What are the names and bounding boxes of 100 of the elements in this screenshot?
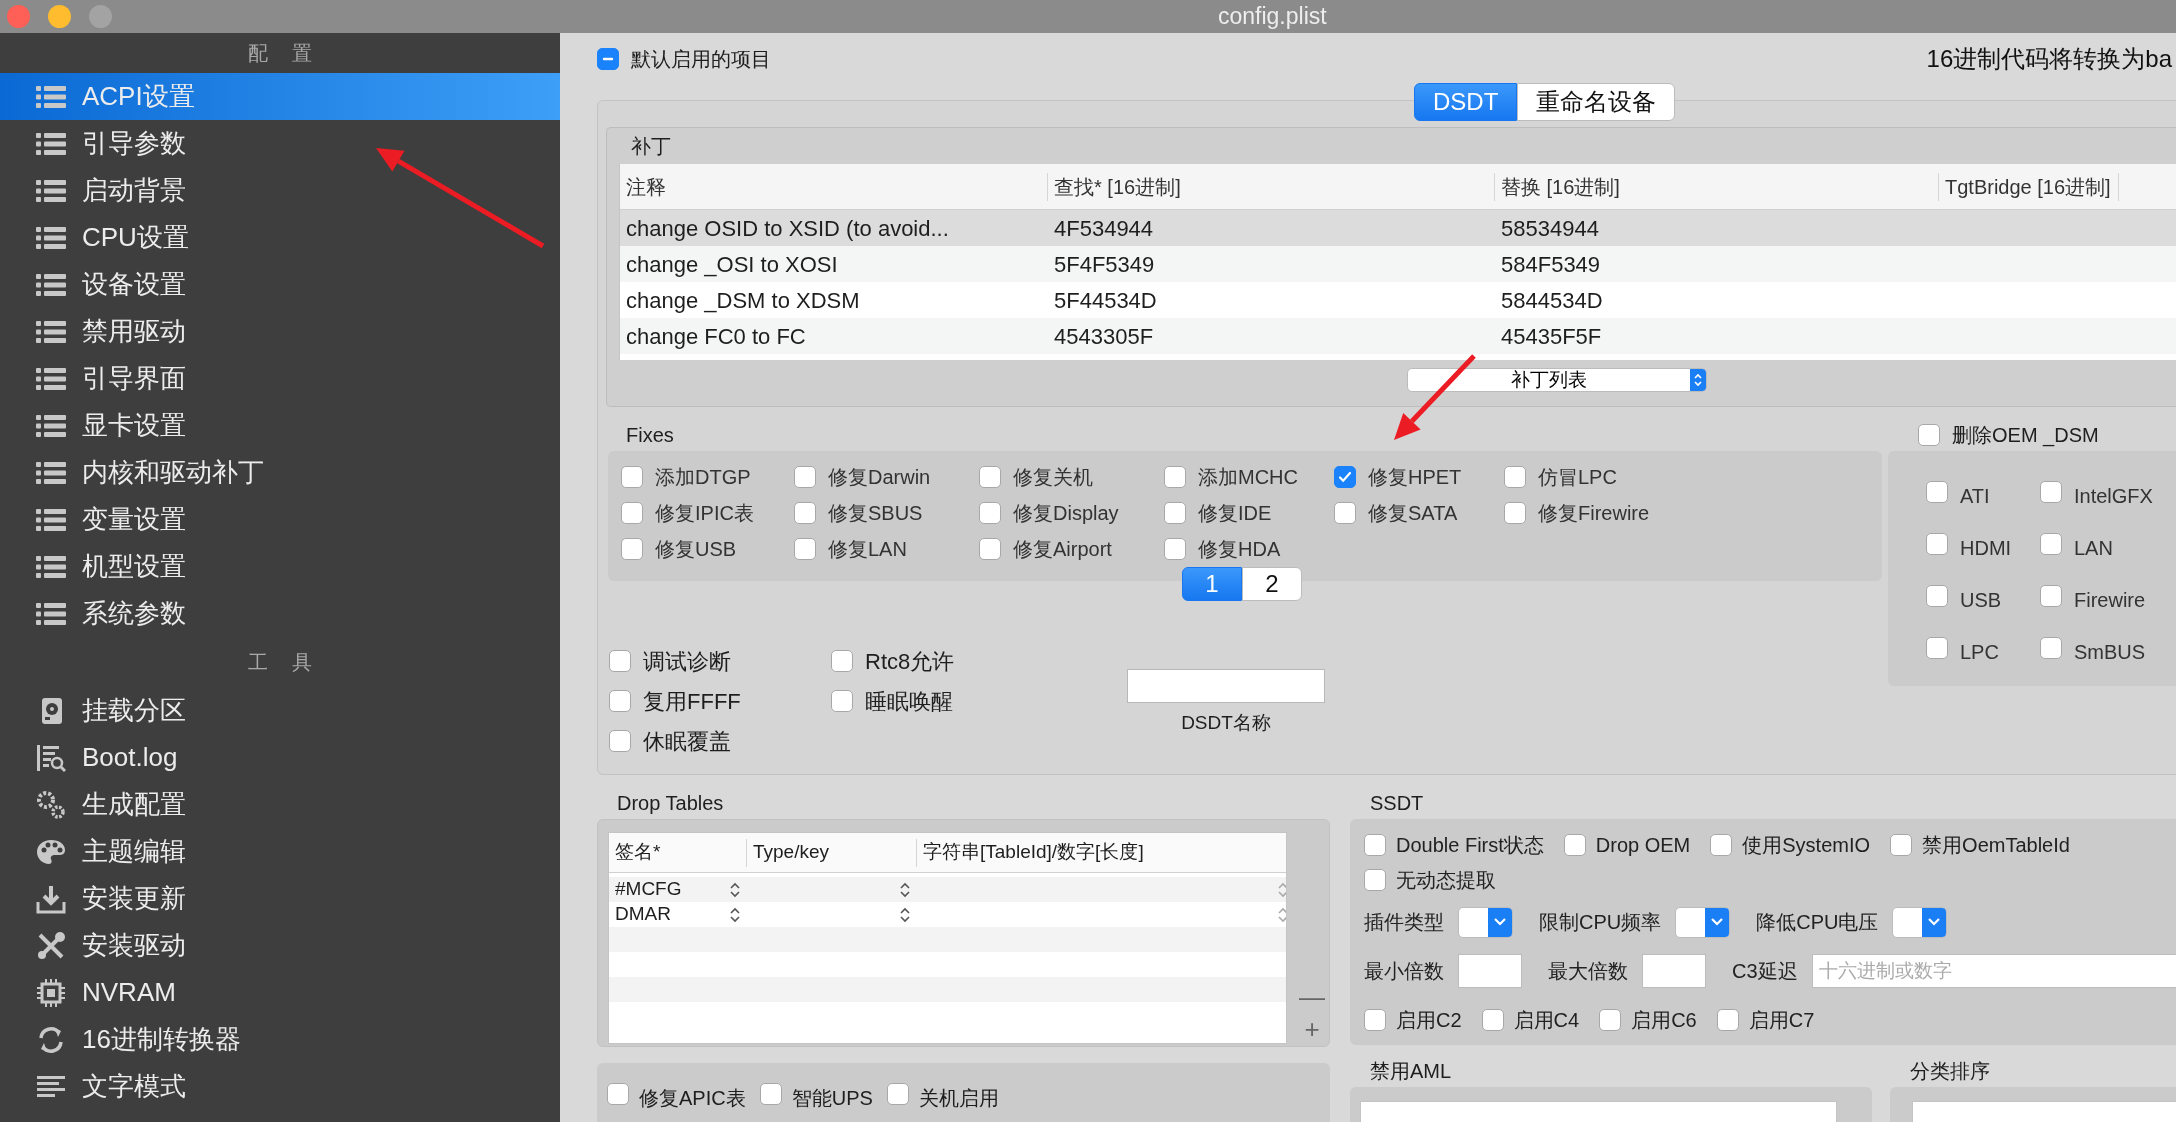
table-row[interactable]: change OSID to XSID (to avoid... 4F534944 58534944 — [620, 210, 2176, 246]
checkbox[interactable] — [2040, 533, 2062, 555]
dropdown[interactable] — [1458, 906, 1513, 938]
sidebar-item[interactable]: 安装更新 — [0, 875, 560, 922]
segment-tab[interactable]: DSDT — [1414, 83, 1518, 121]
input-field[interactable] — [1127, 669, 1325, 703]
checkbox[interactable] — [1504, 466, 1526, 488]
input-field[interactable] — [1458, 954, 1522, 989]
table-row[interactable]: change _DSM to XDSM 5F44534D 5844534D — [620, 282, 2176, 318]
column-header[interactable]: 替换 [16进制] — [1495, 172, 1939, 201]
popup-button[interactable]: 补丁列表 — [1407, 368, 1707, 392]
checkbox[interactable] — [1918, 424, 1940, 446]
checkbox[interactable] — [609, 690, 631, 712]
checkbox[interactable] — [886, 1083, 909, 1105]
sidebar-item[interactable]: 机型设置 — [0, 543, 560, 590]
checkbox[interactable] — [1599, 1009, 1622, 1032]
checkbox[interactable] — [2040, 585, 2062, 607]
page-button[interactable]: 1 — [1182, 567, 1242, 601]
dropdown[interactable] — [1892, 906, 1948, 938]
checkbox-label: 智能UPS — [791, 1086, 873, 1111]
checkbox[interactable] — [621, 538, 643, 560]
checkbox[interactable] — [2040, 481, 2062, 503]
sidebar-item[interactable]: 主题编辑 — [0, 828, 560, 875]
chevron-icon — [1927, 917, 1942, 928]
checkbox[interactable] — [1716, 1009, 1739, 1032]
checkbox[interactable] — [1364, 833, 1386, 856]
add-button[interactable]: + — [1295, 1016, 1329, 1042]
checkbox[interactable] — [597, 48, 619, 70]
checkbox[interactable] — [794, 466, 816, 488]
checkbox[interactable] — [979, 502, 1001, 524]
checkbox[interactable] — [609, 730, 631, 752]
checkbox[interactable] — [1926, 481, 1948, 503]
table-row[interactable]: change FC0 to FC 4543305F 45435F5F — [620, 318, 2176, 354]
checkbox[interactable] — [1926, 637, 1948, 659]
checkbox[interactable] — [1334, 466, 1356, 488]
table-cell-text: 45435F5F — [1500, 322, 1603, 351]
sidebar-item[interactable]: 设备设置 — [0, 261, 560, 308]
checkbox[interactable] — [1164, 502, 1186, 524]
sidebar-item[interactable]: 内核和驱动补丁 — [0, 449, 560, 496]
checkbox-label: Drop OEM — [1595, 832, 1691, 858]
column-header[interactable]: TgtBridge [16进制] — [1939, 172, 2119, 201]
checkbox[interactable] — [979, 538, 1001, 560]
checkbox[interactable] — [1481, 1009, 1504, 1032]
window-title: config.plist — [1218, 2, 1327, 32]
checkbox[interactable] — [607, 1083, 629, 1105]
checkbox[interactable] — [1926, 533, 1948, 555]
checkbox[interactable] — [621, 502, 643, 524]
sidebar-item[interactable]: 生成配置 — [0, 781, 560, 828]
sidebar-item[interactable]: 禁用驱动 — [0, 308, 560, 355]
checkbox[interactable] — [1563, 833, 1586, 856]
sidebar-item-label: 设备设置 — [82, 268, 186, 301]
checkbox[interactable] — [2040, 637, 2062, 659]
column-header[interactable]: 签名* — [609, 838, 747, 867]
checkbox[interactable] — [1164, 538, 1186, 560]
checkbox[interactable] — [759, 1083, 782, 1105]
column-header[interactable]: 注释 — [620, 172, 1048, 201]
checkbox[interactable] — [1926, 585, 1948, 607]
checkbox[interactable] — [794, 538, 816, 560]
checkbox[interactable] — [1364, 1009, 1386, 1032]
input-field[interactable] — [1642, 954, 1706, 989]
sidebar-item[interactable]: 16进制转换器 — [0, 1016, 560, 1063]
remove-button[interactable]: — — [1295, 984, 1329, 1010]
input-field[interactable]: 十六进制或数字 — [1811, 954, 2176, 989]
checkbox-label: HDMI — [1960, 536, 2012, 561]
checkbox[interactable] — [621, 466, 643, 488]
sidebar-item[interactable]: 文字模式 — [0, 1063, 560, 1110]
segment-tab[interactable]: 重命名设备 — [1517, 83, 1676, 121]
sidebar-item[interactable]: Boot.log — [0, 734, 560, 781]
checkbox[interactable] — [1504, 502, 1526, 524]
sidebar-item[interactable]: 系统参数 — [0, 590, 560, 637]
checkbox[interactable] — [979, 466, 1001, 488]
sidebar-item[interactable]: 引导界面 — [0, 355, 560, 402]
sidebar-item[interactable]: 变量设置 — [0, 496, 560, 543]
sidebar-item[interactable]: 挂载分区 — [0, 687, 560, 734]
sidebar-item[interactable]: 启动背景 — [0, 167, 560, 214]
sidebar-item[interactable]: NVRAM — [0, 969, 560, 1016]
sidebar-item[interactable]: CPU设置 — [0, 214, 560, 261]
page-button[interactable]: 2 — [1242, 567, 1302, 601]
checkbox[interactable] — [1364, 869, 1386, 891]
checkbox[interactable] — [794, 502, 816, 524]
minimize-button[interactable] — [48, 5, 71, 28]
checkbox[interactable] — [831, 690, 853, 712]
sidebar-item[interactable]: 引导参数 — [0, 120, 560, 167]
table-row[interactable]: change _OSI to XOSI 5F4F5349 584F5349 — [620, 246, 2176, 282]
checkbox[interactable] — [609, 650, 631, 672]
checkbox[interactable] — [1334, 502, 1356, 524]
sidebar-item[interactable]: 安装驱动 — [0, 922, 560, 969]
column-header[interactable]: Type/key — [747, 838, 917, 867]
sidebar-item[interactable]: ACPI设置 — [0, 73, 560, 120]
column-header[interactable]: 字符串[TableId]/数字[长度] — [917, 838, 1286, 867]
checkbox[interactable] — [1164, 466, 1186, 488]
checkbox[interactable] — [1710, 833, 1733, 856]
column-header[interactable]: 查找* [16进制] — [1048, 172, 1495, 201]
checkbox[interactable] — [1890, 833, 1913, 856]
checkbox-label: LPC — [1960, 640, 1999, 665]
checkbox[interactable] — [831, 650, 853, 672]
sidebar-item[interactable]: 显卡设置 — [0, 402, 560, 449]
dropdown[interactable] — [1675, 906, 1731, 938]
zoom-button[interactable] — [89, 5, 112, 28]
sidebar-item-label: 引导参数 — [82, 127, 186, 160]
